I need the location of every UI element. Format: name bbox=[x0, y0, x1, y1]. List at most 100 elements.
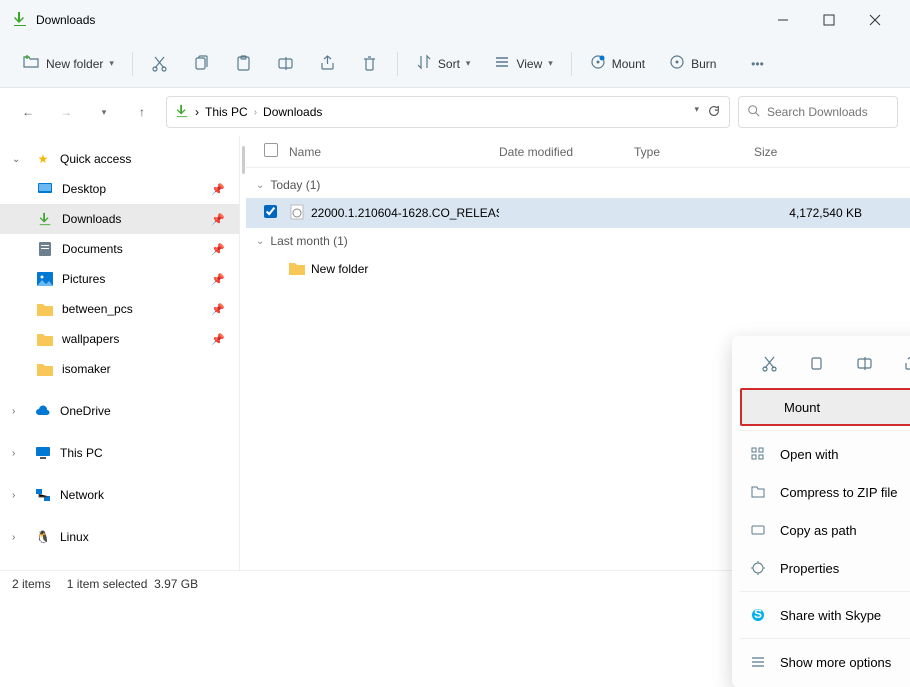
paste-button[interactable] bbox=[225, 47, 263, 81]
close-button[interactable] bbox=[852, 4, 898, 36]
search-input[interactable] bbox=[767, 105, 889, 119]
pin-icon: 📌 bbox=[211, 213, 225, 226]
context-menu-label: Open with bbox=[780, 447, 910, 462]
context-menu-label: Properties bbox=[780, 561, 910, 576]
file-name: New folder bbox=[311, 262, 368, 276]
group-header-lastmonth[interactable]: ⌄ Last month (1) bbox=[246, 228, 910, 254]
sidebar-linux[interactable]: › 🐧 Linux bbox=[0, 522, 239, 552]
nav-row: ← → ▾ ↑ › This PC › Downloads ▾ bbox=[0, 88, 910, 136]
breadcrumb-seg-downloads[interactable]: Downloads bbox=[263, 105, 322, 119]
skype-icon: S bbox=[750, 607, 768, 623]
rename-button[interactable] bbox=[846, 348, 882, 378]
sidebar-item-label: Desktop bbox=[62, 182, 106, 196]
more-button[interactable]: ••• bbox=[738, 47, 776, 81]
group-label: Today (1) bbox=[270, 178, 320, 192]
file-list: ⌄ Today (1) 22000.1.210604-1628.CO_RELEA… bbox=[246, 168, 910, 288]
status-selected: 1 item selected bbox=[67, 577, 148, 591]
column-type[interactable]: Type bbox=[634, 145, 754, 159]
delete-button[interactable] bbox=[351, 47, 389, 81]
context-menu: Mount Enter Open with › Compress to ZIP … bbox=[732, 336, 910, 687]
mount-button[interactable]: Mount bbox=[580, 47, 655, 81]
context-menu-open-with[interactable]: Open with › bbox=[738, 435, 910, 473]
svg-text:S: S bbox=[754, 607, 762, 621]
sidebar-item-downloads[interactable]: Downloads 📌 bbox=[0, 204, 239, 234]
sidebar-item-between-pcs[interactable]: between_pcs 📌 bbox=[0, 294, 239, 324]
pin-icon: 📌 bbox=[211, 243, 225, 256]
select-all-checkbox[interactable] bbox=[264, 143, 278, 157]
share-button[interactable] bbox=[894, 348, 910, 378]
context-menu-mount[interactable]: Mount Enter bbox=[740, 388, 910, 426]
chevron-right-icon: › bbox=[12, 406, 26, 417]
refresh-button[interactable] bbox=[707, 104, 721, 121]
sidebar-quick-access[interactable]: ⌄ ★ Quick access bbox=[0, 144, 239, 174]
mount-icon bbox=[590, 54, 606, 73]
sidebar-item-isomaker[interactable]: isomaker bbox=[0, 354, 239, 384]
documents-icon bbox=[36, 241, 54, 257]
sidebar-network[interactable]: › Network bbox=[0, 480, 239, 510]
file-row-folder[interactable]: New folder bbox=[246, 254, 910, 284]
context-menu-label: Copy as path bbox=[780, 523, 910, 538]
folder-icon bbox=[36, 302, 54, 316]
sidebar-item-documents[interactable]: Documents 📌 bbox=[0, 234, 239, 264]
copy-path-icon bbox=[750, 522, 768, 538]
copy-button[interactable] bbox=[183, 47, 221, 81]
sidebar-item-label: Pictures bbox=[62, 272, 105, 286]
toolbar: New folder ▾ Sort ▾ View ▾ Mount bbox=[0, 40, 910, 88]
file-row-iso[interactable]: 22000.1.210604-1628.CO_RELEASE 4,172,540… bbox=[246, 198, 910, 228]
column-size[interactable]: Size bbox=[754, 145, 834, 159]
view-button[interactable]: View ▾ bbox=[484, 47, 562, 81]
context-menu-skype[interactable]: S Share with Skype bbox=[738, 596, 910, 634]
download-icon bbox=[36, 212, 54, 226]
rename-button[interactable] bbox=[267, 47, 305, 81]
back-button[interactable]: ← bbox=[12, 96, 44, 128]
searchbox[interactable] bbox=[738, 96, 898, 128]
sidebar-item-wallpapers[interactable]: wallpapers 📌 bbox=[0, 324, 239, 354]
chevron-right-icon: › bbox=[12, 448, 26, 459]
context-menu-properties[interactable]: Properties Alt+Enter bbox=[738, 549, 910, 587]
sidebar-onedrive[interactable]: › OneDrive bbox=[0, 396, 239, 426]
properties-icon bbox=[750, 560, 768, 576]
context-menu-compress[interactable]: Compress to ZIP file bbox=[738, 473, 910, 511]
file-checkbox[interactable] bbox=[264, 205, 277, 218]
breadcrumb-seg-thispc[interactable]: This PC bbox=[205, 105, 248, 119]
sidebar: ⌄ ★ Quick access Desktop 📌 Downloads 📌 D… bbox=[0, 136, 240, 570]
sidebar-item-label: Downloads bbox=[62, 212, 121, 226]
maximize-button[interactable] bbox=[806, 4, 852, 36]
new-folder-button[interactable]: New folder ▾ bbox=[12, 47, 124, 81]
more-options-icon bbox=[750, 654, 768, 670]
nav-arrows: ← → ▾ ↑ bbox=[12, 96, 158, 128]
sidebar-item-pictures[interactable]: Pictures 📌 bbox=[0, 264, 239, 294]
pc-icon bbox=[34, 446, 52, 460]
recent-button[interactable]: ▾ bbox=[88, 96, 120, 128]
minimize-button[interactable] bbox=[760, 4, 806, 36]
sidebar-item-label: OneDrive bbox=[60, 404, 111, 418]
addressbar[interactable]: › This PC › Downloads ▾ bbox=[166, 96, 730, 128]
context-menu-more[interactable]: Show more options Shift+F10 bbox=[738, 643, 910, 681]
chevron-down-icon[interactable]: ▾ bbox=[694, 104, 699, 121]
chevron-right-icon: › bbox=[12, 490, 26, 501]
burn-icon bbox=[669, 54, 685, 73]
mount-label: Mount bbox=[612, 57, 645, 71]
cut-button[interactable] bbox=[141, 47, 179, 81]
column-date[interactable]: Date modified bbox=[499, 145, 634, 159]
disc-file-icon bbox=[289, 204, 305, 223]
open-with-icon bbox=[750, 446, 768, 462]
column-name[interactable]: Name bbox=[289, 145, 499, 159]
forward-button[interactable]: → bbox=[50, 96, 82, 128]
context-menu-copy-path[interactable]: Copy as path bbox=[738, 511, 910, 549]
new-folder-icon bbox=[22, 53, 40, 74]
up-button[interactable]: ↑ bbox=[126, 96, 158, 128]
network-icon bbox=[34, 488, 52, 502]
cut-button[interactable] bbox=[752, 348, 788, 378]
file-size: 4,172,540 KB bbox=[754, 206, 874, 220]
content: ⌄ ★ Quick access Desktop 📌 Downloads 📌 D… bbox=[0, 136, 910, 570]
copy-button[interactable] bbox=[799, 348, 835, 378]
sidebar-thispc[interactable]: › This PC bbox=[0, 438, 239, 468]
share-button[interactable] bbox=[309, 47, 347, 81]
chevron-down-icon: ⌄ bbox=[256, 180, 264, 191]
sidebar-item-desktop[interactable]: Desktop 📌 bbox=[0, 174, 239, 204]
group-header-today[interactable]: ⌄ Today (1) bbox=[246, 172, 910, 198]
context-menu-label: Share with Skype bbox=[780, 608, 910, 623]
sort-button[interactable]: Sort ▾ bbox=[406, 47, 481, 81]
burn-button[interactable]: Burn bbox=[659, 47, 726, 81]
